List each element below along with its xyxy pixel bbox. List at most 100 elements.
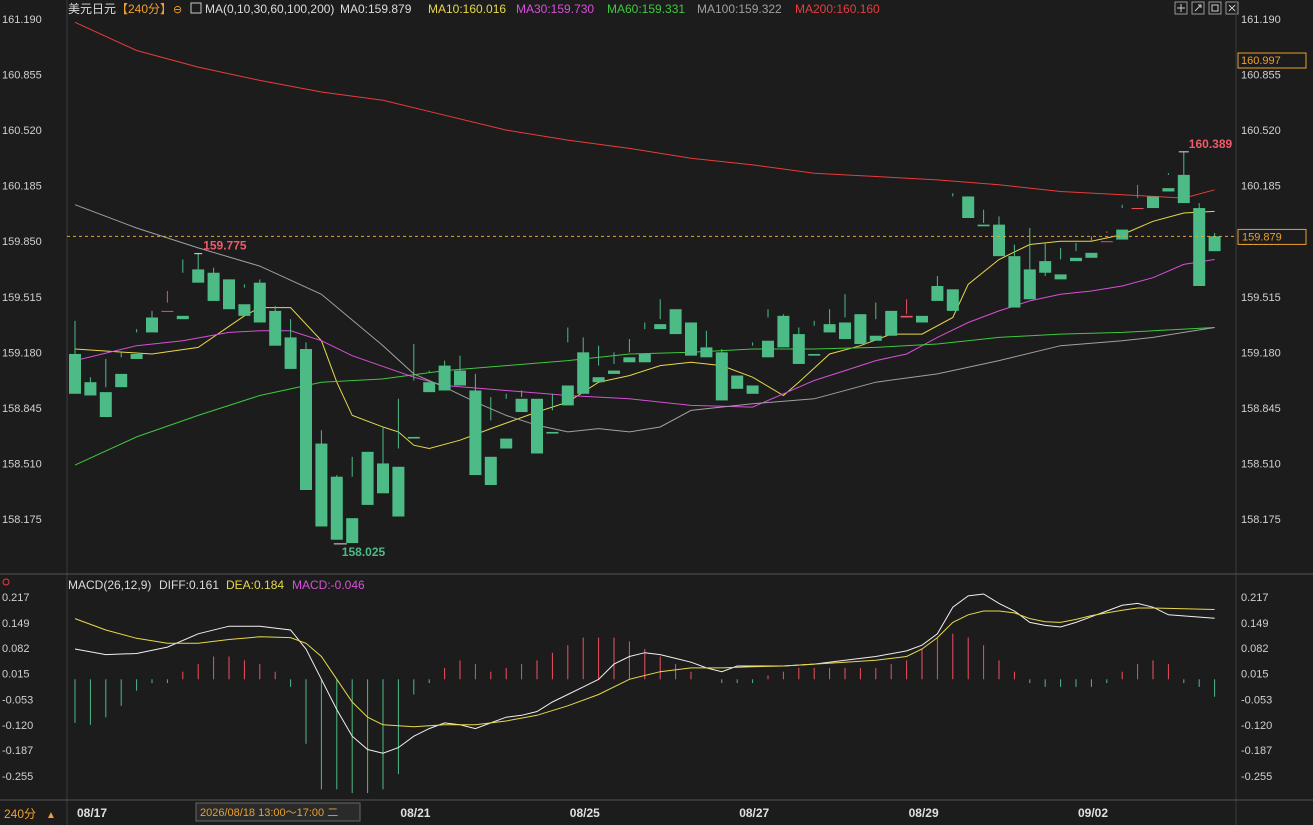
current-price-label: 159.879 [1242,231,1282,243]
settings-icon[interactable]: ⊖ [173,4,182,16]
period-tag[interactable]: 【240分】 [116,2,172,16]
candle-body [993,224,1005,257]
candle [715,349,728,401]
macd-tick-left: -0.187 [2,745,33,757]
candle-body [531,398,543,454]
period-dropdown-icon[interactable]: ▲ [46,810,56,821]
price-tick-left: 159.515 [2,292,42,304]
candle-body [700,347,713,358]
price-tick-left: 160.520 [2,125,42,137]
candle-body [315,443,328,527]
price-tick-left: 159.180 [2,347,42,359]
price-tick-left: 158.175 [2,514,42,526]
candle-body [1039,261,1052,273]
candle-body [253,282,266,323]
price-tick-right: 159.180 [1241,347,1281,359]
candle-body [1100,241,1113,243]
macd-tick-right: 0.082 [1241,643,1269,655]
macd-tick-right: -0.120 [1241,720,1272,732]
price-tick-left: 159.850 [2,236,42,248]
macd-tick-right: 0.217 [1241,592,1269,604]
candle-body [176,315,189,320]
candle-body [885,310,898,336]
candle-body [454,370,466,386]
reference-price-label: 160.997 [1241,55,1281,67]
candle-body [715,352,728,401]
price-tick-left: 158.845 [2,403,42,415]
candle-body [1193,208,1206,286]
candle-body [130,353,143,359]
candle-body [407,436,420,439]
candle [361,451,374,505]
price-chart[interactable]: 美元日元 【240分】 ⊖ MA(0,10,30,60,100,200) MA0… [0,0,1313,825]
candle-body [223,279,235,310]
candle-body [608,370,620,374]
ma200-value: MA200:160.160 [795,2,880,16]
candle-body [146,317,158,333]
candle [685,322,697,356]
price-tick-right: 158.175 [1241,514,1281,526]
macd-tick-right: -0.255 [1241,771,1272,783]
date-label: 09/02 [1078,806,1108,820]
candle-body [115,373,128,388]
date-label: 08/25 [570,806,600,820]
candle-body [1085,252,1098,258]
candle-body [561,385,574,406]
diff-value: DIFF:0.161 [159,578,219,592]
crosshair-time: 2026/08/18 13:00～17:00 二 [200,807,338,819]
candle-body [330,476,343,540]
candle [207,267,220,301]
candle-body [1147,196,1159,209]
candle-body [792,334,805,364]
candle [315,430,328,527]
ma-params: MA(0,10,30,60,100,200) [205,2,334,16]
macd-tick-left: -0.120 [2,720,33,732]
candle-body [269,310,282,346]
candle [269,305,282,346]
candle-body [1162,188,1175,192]
price-tick-right: 158.845 [1241,403,1281,415]
candle-body [746,385,759,394]
candle-body [808,353,821,356]
candle-body [869,335,882,341]
candle [223,279,235,310]
candle-body [962,196,975,219]
price-tick-right: 160.855 [1241,70,1281,82]
price-tick-right: 161.190 [1241,14,1281,26]
macd-tick-left: -0.255 [2,771,33,783]
candle [300,342,312,490]
date-label: 08/29 [909,806,939,820]
candle [777,314,790,348]
candle-body [685,322,697,356]
price-tick-left: 160.185 [2,181,42,193]
price-tick-right: 160.520 [1241,125,1281,137]
period-selector[interactable]: 240分 [4,807,36,821]
candle-body [484,456,497,486]
candle-body [423,382,436,393]
macd-tick-left: -0.053 [2,694,33,706]
local-high-label: 159.775 [203,239,247,253]
candle-body [546,431,559,434]
price-tick-right: 160.185 [1241,181,1281,193]
macd-tick-right: 0.015 [1241,669,1269,681]
candle-body [346,518,359,544]
dea-value: DEA:0.184 [226,578,284,592]
price-tick-left: 161.190 [2,14,42,26]
candle-body [284,337,297,369]
candle-body [1023,269,1036,300]
candle-body [623,357,636,363]
candle-body [854,314,867,345]
ma10-value: MA10:160.016 [428,2,506,16]
macd-params: MACD(26,12,9) [68,578,151,592]
candle-body [839,322,851,340]
candle-body [161,310,174,312]
macd-tick-left: 0.217 [2,592,30,604]
macd-tick-left: 0.149 [2,618,30,630]
candle-body [84,382,97,396]
candle-body [377,463,389,494]
candle-body [500,438,513,449]
candle-body [900,315,913,318]
candle-body [669,309,682,335]
candle-body [238,304,251,316]
date-label: 08/17 [77,806,107,820]
